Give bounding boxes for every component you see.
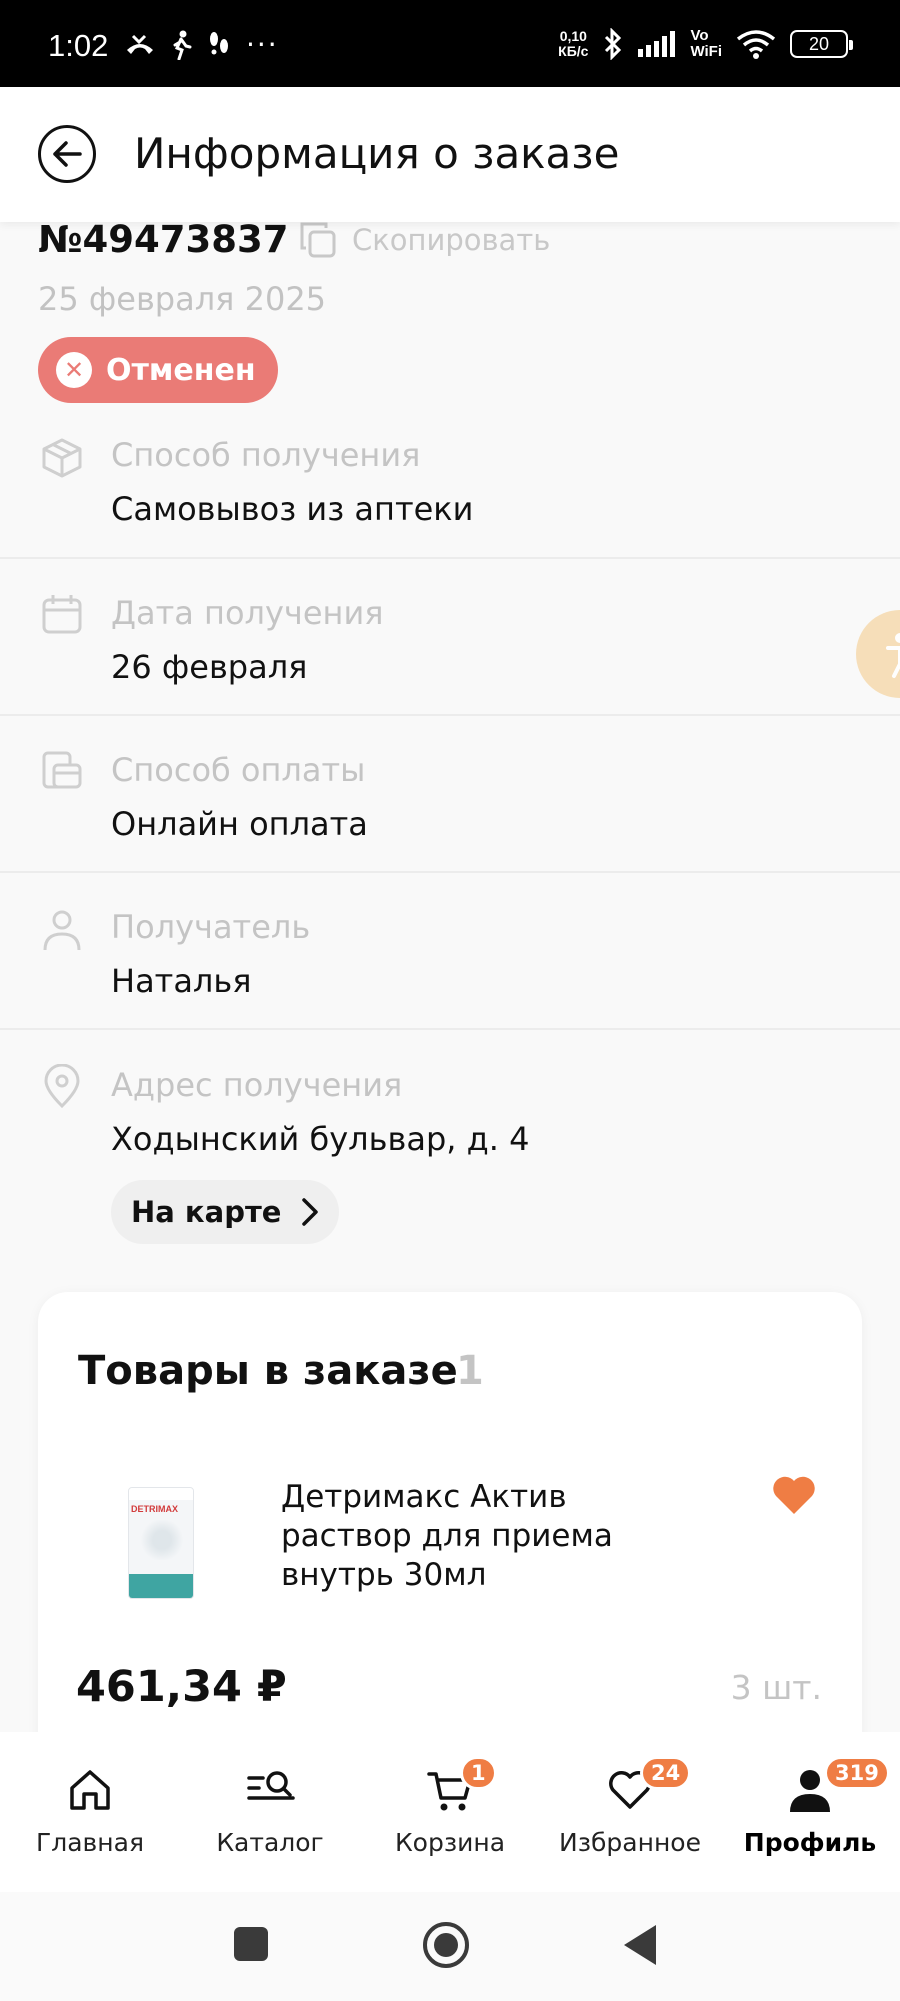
divider <box>0 714 900 716</box>
box-icon <box>42 438 82 478</box>
nav-home[interactable]: Главная <box>0 1762 180 1857</box>
home-button[interactable] <box>423 1922 469 1968</box>
accessibility-icon <box>886 633 900 678</box>
payment-method-label: Способ оплаты <box>111 751 366 789</box>
signal-icon <box>638 31 676 57</box>
order-items-title: Товары в заказе <box>78 1348 458 1394</box>
nav-catalog-label: Каталог <box>216 1828 324 1857</box>
copy-label: Скопировать <box>352 223 551 257</box>
divider <box>0 871 900 873</box>
divider <box>0 557 900 559</box>
show-on-map-button[interactable]: На карте <box>111 1180 340 1244</box>
nav-home-label: Главная <box>36 1828 144 1857</box>
nav-profile[interactable]: Профиль 319 <box>720 1756 900 1857</box>
order-number: №49473837 <box>38 218 289 261</box>
vowifi-indicator: Vo WiFi <box>690 27 722 60</box>
location-pin-icon <box>44 1064 80 1108</box>
delivery-method-label: Способ получения <box>111 436 421 474</box>
steps-icon <box>210 32 228 55</box>
bluetooth-icon <box>605 28 622 60</box>
status-label: Отменен <box>106 352 256 388</box>
back-button[interactable] <box>38 125 96 183</box>
walking-icon <box>173 30 192 60</box>
battery-indicator: 20 <box>790 30 853 58</box>
order-items-card: Товары в заказе 1 DETRIMAX Детримакс Акт… <box>38 1292 862 1792</box>
page-title: Информация о заказе <box>134 129 620 178</box>
cart-badge: 1 <box>460 1756 497 1790</box>
product-price: 461,34 ₽ <box>76 1662 287 1712</box>
recipient-label: Получатель <box>111 908 311 946</box>
product-name[interactable]: Детримакс Актив раствор для приема внутр… <box>281 1478 701 1595</box>
missed-call-icon <box>127 34 153 54</box>
accessibility-float-button[interactable] <box>856 610 900 698</box>
nav-catalog[interactable]: Каталог <box>180 1762 360 1857</box>
calendar-icon <box>42 595 82 634</box>
product-image[interactable]: DETRIMAX <box>128 1487 194 1599</box>
address-value: Ходынский бульвар, д. 4 <box>111 1120 530 1158</box>
catalog-search-icon <box>247 1771 295 1800</box>
app-header: Информация о заказе <box>0 87 900 222</box>
divider <box>0 1028 900 1030</box>
order-date: 25 февраля 2025 <box>38 280 327 318</box>
chevron-right-icon <box>302 1198 319 1226</box>
nav-profile-label: Профиль <box>743 1828 877 1857</box>
delivery-method-value: Самовывоз из аптеки <box>111 490 474 528</box>
address-label: Адрес получения <box>111 1066 403 1104</box>
arrow-left-icon <box>53 141 82 167</box>
recent-apps-button[interactable] <box>234 1927 268 1961</box>
close-circle-icon: ✕ <box>56 352 92 388</box>
product-quantity: 3 шт. <box>730 1668 822 1707</box>
status-bar: 1:02 ··· 0,10 КБ/с Vo WiFi 20 <box>0 0 900 87</box>
nav-favorites[interactable]: Избранное 24 <box>540 1756 720 1857</box>
favorites-badge: 24 <box>640 1756 692 1790</box>
map-button-label: На карте <box>131 1195 282 1229</box>
order-items-count: 1 <box>456 1348 484 1394</box>
nav-cart[interactable]: Корзина 1 <box>360 1756 540 1857</box>
heart-filled-icon[interactable] <box>770 1472 818 1516</box>
pickup-date-label: Дата получения <box>111 594 384 632</box>
user-icon <box>43 910 81 951</box>
product-image-brand: DETRIMAX <box>131 1504 178 1514</box>
payment-method-value: Онлайн оплата <box>111 805 368 843</box>
bottom-navigation: Главная Каталог Корзина 1 Избранное 24 П… <box>0 1732 900 1892</box>
pickup-date-value: 26 февраля <box>111 648 308 686</box>
copy-icon <box>300 222 336 258</box>
copy-order-button[interactable]: Скопировать <box>298 220 550 260</box>
more-notifications-icon: ··· <box>246 28 279 61</box>
profile-badge: 319 <box>824 1756 890 1790</box>
wifi-icon <box>736 30 776 59</box>
back-system-button[interactable] <box>624 1925 656 1965</box>
recipient-value: Наталья <box>111 962 252 1000</box>
payment-icon <box>42 751 82 789</box>
nav-favorites-label: Избранное <box>559 1828 701 1857</box>
system-navigation-bar <box>0 1892 900 2001</box>
status-time: 1:02 <box>48 28 109 63</box>
net-speed: 0,10 КБ/с <box>558 28 589 59</box>
nav-cart-label: Корзина <box>394 1828 506 1857</box>
status-badge: ✕ Отменен <box>38 337 278 403</box>
home-icon <box>70 1770 110 1810</box>
